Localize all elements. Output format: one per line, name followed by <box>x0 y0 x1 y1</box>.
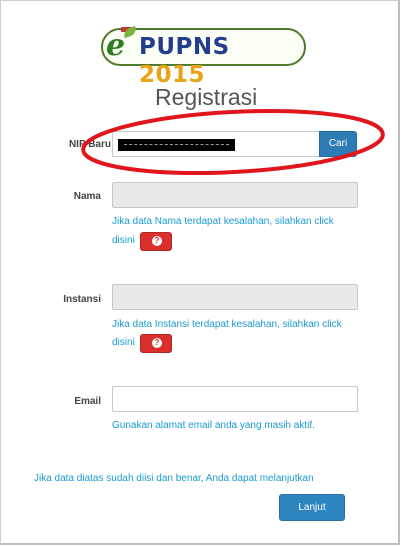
nip-value-redacted <box>118 139 235 151</box>
instansi-label: Instansi <box>63 294 101 305</box>
instansi-help-text: Jika data Instansi terdapat kesalahan, s… <box>112 319 342 330</box>
nip-label: NIP Baru <box>68 139 111 150</box>
continue-button[interactable]: Lanjut <box>279 494 345 521</box>
registration-panel: e PUPNS 2015 Registrasi NIP Baru Cari Na… <box>0 0 400 545</box>
nama-report-button[interactable]: ? <box>140 232 172 251</box>
nama-label: Nama <box>73 191 101 202</box>
logo-text-main: PUPNS <box>139 34 230 60</box>
nama-field <box>112 182 358 208</box>
instansi-report-button[interactable]: ? <box>140 334 172 353</box>
instansi-field <box>112 284 358 310</box>
nama-help-text: Jika data Nama terdapat kesalahan, silah… <box>112 216 334 227</box>
email-help-text: Gunakan alamat email anda yang masih akt… <box>112 420 315 431</box>
logo-text: PUPNS 2015 <box>139 33 304 89</box>
question-circle-icon: ? <box>152 338 162 348</box>
nip-input[interactable] <box>112 131 320 157</box>
page-title: Registrasi <box>155 84 258 110</box>
continue-note: Jika data diatas sudah diisi dan benar, … <box>34 473 314 484</box>
question-circle-icon: ? <box>152 236 162 246</box>
instansi-help-link[interactable]: disini <box>112 335 135 351</box>
logo-e-icon: e <box>106 28 126 63</box>
search-button[interactable]: Cari <box>319 131 357 157</box>
email-input[interactable] <box>112 386 358 412</box>
nama-help-link[interactable]: disini <box>112 233 135 249</box>
pupns-logo: e PUPNS 2015 <box>101 25 306 88</box>
email-label: Email <box>74 396 101 407</box>
